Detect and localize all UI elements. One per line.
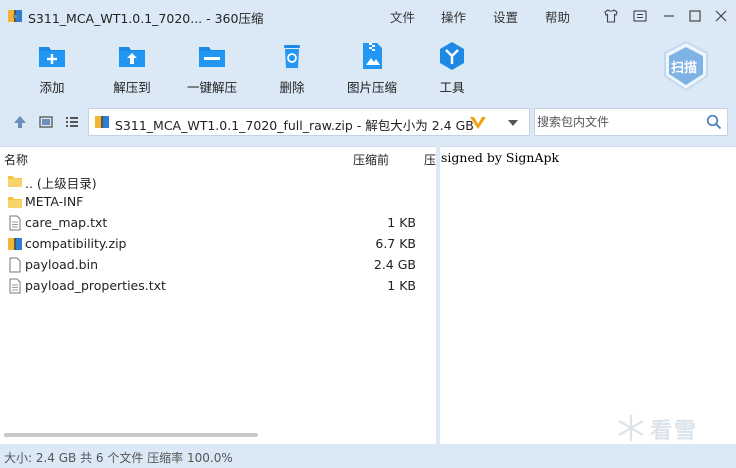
file-list-header: 名称 压缩前 压缩率 bbox=[0, 147, 436, 169]
file-name: .. (上级目录) bbox=[25, 176, 97, 191]
column-name[interactable]: 名称 bbox=[4, 151, 28, 168]
tools-icon bbox=[440, 42, 464, 70]
file-name: META-INF bbox=[25, 194, 84, 209]
folder-up-icon bbox=[8, 176, 22, 187]
shirt-icon bbox=[604, 9, 618, 23]
toolbar: 添加 解压到 一键解压 删除 图片压缩 工具 扫描 bbox=[0, 32, 736, 100]
snowflake-icon bbox=[618, 415, 644, 441]
delete-label: 删除 bbox=[279, 80, 305, 95]
horizontal-scrollbar[interactable] bbox=[4, 433, 258, 437]
file-name: care_map.txt bbox=[25, 215, 108, 230]
file-size: 1 KB bbox=[387, 278, 416, 293]
skin-button[interactable] bbox=[602, 7, 620, 25]
list-item[interactable]: META-INF bbox=[0, 191, 436, 212]
window-title: S311_MCA_WT1.0.1_7020... - 360压缩 bbox=[28, 11, 264, 26]
search-icon[interactable] bbox=[706, 114, 722, 130]
one-click-extract-button[interactable]: 一键解压 bbox=[180, 40, 244, 96]
thumbnail-view-icon[interactable] bbox=[38, 114, 54, 130]
tools-button[interactable]: 工具 bbox=[420, 40, 484, 96]
watermark: 看雪 bbox=[616, 413, 726, 444]
add-button[interactable]: 添加 bbox=[20, 40, 84, 96]
extract-to-icon bbox=[119, 47, 145, 67]
list-item[interactable]: care_map.txt 1 KB bbox=[0, 212, 436, 233]
file-size: 6.7 KB bbox=[375, 236, 416, 251]
title-bar: S311_MCA_WT1.0.1_7020... - 360压缩 文件 操作 设… bbox=[0, 0, 736, 32]
add-folder-icon bbox=[39, 47, 65, 67]
preview-pane: signed by SignApk 看雪 bbox=[440, 146, 736, 444]
file-list: 名称 压缩前 压缩率 .. (上级目录) META-INF care_map.t… bbox=[0, 146, 436, 444]
one-click-extract-icon bbox=[199, 47, 225, 67]
status-bar: 大小: 2.4 GB 共 6 个文件 压缩率 100.0% bbox=[0, 446, 736, 468]
menu-icon bbox=[633, 10, 647, 22]
maximize-icon bbox=[689, 10, 701, 22]
main-menu-button[interactable] bbox=[631, 7, 649, 25]
menu-file[interactable]: 文件 bbox=[390, 7, 415, 26]
file-name: payload_properties.txt bbox=[25, 278, 166, 293]
delete-button[interactable]: 删除 bbox=[260, 40, 324, 96]
path-text: S311_MCA_WT1.0.1_7020_full_raw.zip - 解包大… bbox=[115, 118, 474, 133]
image-compress-icon bbox=[363, 43, 382, 69]
status-text: 大小: 2.4 GB 共 6 个文件 压缩率 100.0% bbox=[4, 451, 233, 465]
extract-to-label: 解压到 bbox=[113, 80, 151, 95]
path-field[interactable]: S311_MCA_WT1.0.1_7020_full_raw.zip - 解包大… bbox=[88, 108, 530, 136]
column-ratio[interactable]: 压缩率 bbox=[424, 151, 436, 168]
trash-icon bbox=[284, 45, 300, 68]
app-logo-icon bbox=[8, 10, 22, 22]
close-icon bbox=[715, 10, 727, 22]
chevron-down-icon[interactable] bbox=[507, 118, 519, 128]
minimize-button[interactable] bbox=[660, 7, 678, 25]
file-size: 2.4 GB bbox=[373, 257, 416, 272]
preview-text: signed by SignApk bbox=[441, 150, 560, 165]
file-name: payload.bin bbox=[25, 257, 99, 272]
close-button[interactable] bbox=[712, 7, 730, 25]
search-box bbox=[534, 108, 728, 136]
list-view-icon[interactable] bbox=[64, 114, 80, 130]
extract-to-button[interactable]: 解压到 bbox=[100, 40, 164, 96]
list-item[interactable]: .. (上级目录) bbox=[0, 170, 436, 191]
tools-label: 工具 bbox=[439, 80, 465, 95]
text-file-icon bbox=[9, 215, 21, 231]
folder-icon bbox=[8, 197, 22, 208]
file-name: compatibility.zip bbox=[25, 236, 127, 251]
menu-operation[interactable]: 操作 bbox=[441, 7, 466, 26]
image-compress-button[interactable]: 图片压缩 bbox=[340, 40, 404, 96]
one-click-extract-label: 一键解压 bbox=[186, 80, 237, 95]
zip-file-icon bbox=[8, 238, 22, 250]
list-item[interactable]: payload_properties.txt 1 KB bbox=[0, 275, 436, 296]
menu-help[interactable]: 帮助 bbox=[545, 7, 570, 26]
scan-button[interactable]: 扫描 bbox=[660, 40, 712, 92]
maximize-button[interactable] bbox=[686, 7, 704, 25]
file-icon bbox=[9, 257, 21, 273]
list-item[interactable]: compatibility.zip 6.7 KB bbox=[0, 233, 436, 254]
search-input[interactable] bbox=[537, 112, 697, 132]
menu-settings[interactable]: 设置 bbox=[493, 7, 518, 26]
minimize-icon bbox=[664, 15, 674, 17]
list-item[interactable]: payload.bin 2.4 GB bbox=[0, 254, 436, 275]
scan-label: 扫描 bbox=[671, 61, 698, 76]
file-size: 1 KB bbox=[387, 215, 416, 230]
up-arrow-icon[interactable] bbox=[12, 114, 28, 130]
zip-archive-icon bbox=[95, 116, 109, 128]
text-file-icon bbox=[9, 278, 21, 294]
image-compress-label: 图片压缩 bbox=[346, 80, 397, 95]
column-size-before[interactable]: 压缩前 bbox=[353, 151, 389, 168]
watermark-text: 看雪 bbox=[650, 419, 699, 444]
address-bar: S311_MCA_WT1.0.1_7020_full_raw.zip - 解包大… bbox=[0, 104, 736, 140]
v-logo-icon[interactable] bbox=[469, 115, 487, 131]
add-label: 添加 bbox=[39, 80, 65, 95]
